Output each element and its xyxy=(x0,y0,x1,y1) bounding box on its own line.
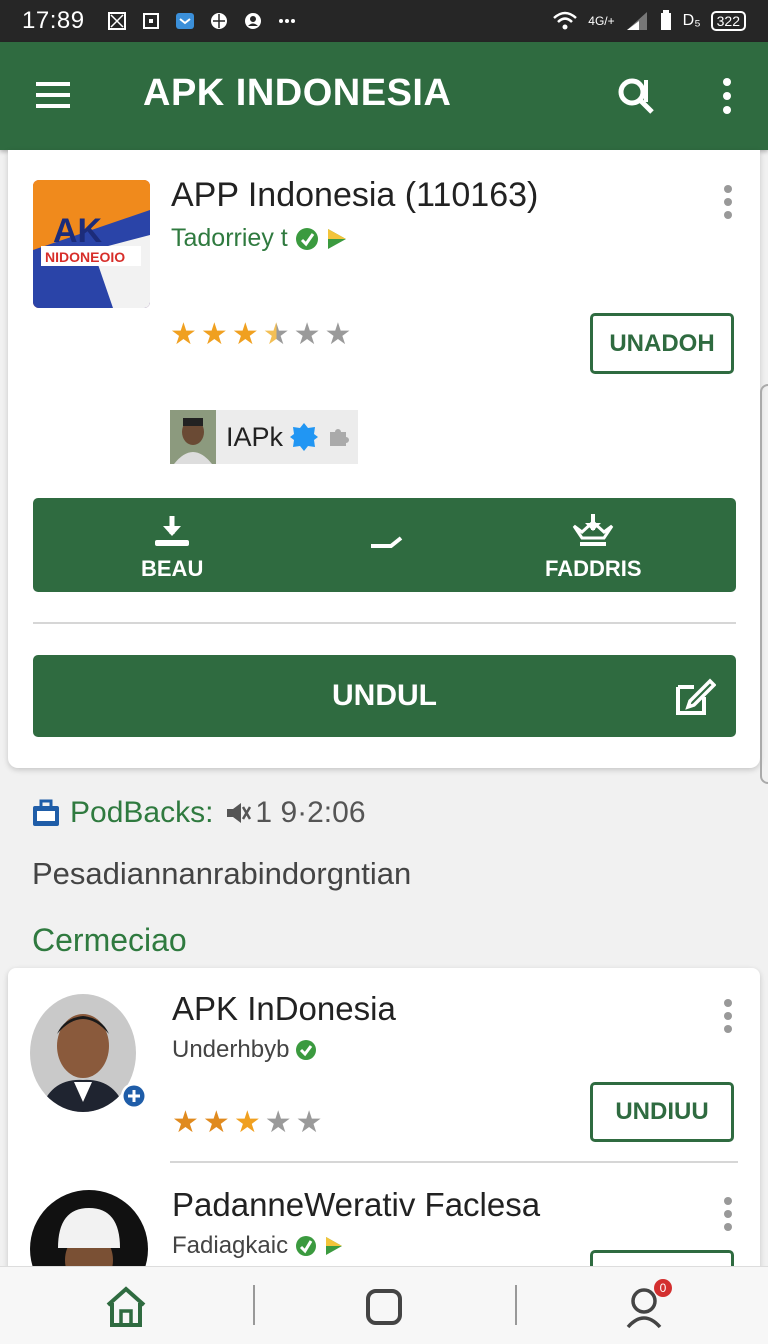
developer-line: Tadorriey t xyxy=(171,224,348,253)
account-notification-icon xyxy=(244,13,261,29)
notification-icons xyxy=(107,11,297,31)
play-store-icon xyxy=(326,1237,343,1255)
image-notification-icon xyxy=(107,12,126,30)
app-list-card: APK InDonesia Underhbyb ★ ★ ★ ★ ★ UNDIUU… xyxy=(8,968,760,1308)
favorites-action-label: FADDRIS xyxy=(545,556,642,581)
more-notifications-icon xyxy=(278,19,295,23)
star-empty-icon: ★ xyxy=(293,318,321,351)
battery-prefix: D₅ xyxy=(682,12,701,29)
podbacks-time: 1 9·2:06 xyxy=(255,796,366,829)
list-item-subtitle-row: Underhbyb xyxy=(172,1036,317,1064)
app-name: APP Indonesia (110163) xyxy=(171,176,539,214)
publisher-chip[interactable]: IAPk xyxy=(170,410,358,464)
list-item-subtitle: Underhbyb xyxy=(172,1036,290,1063)
check-icon[interactable] xyxy=(369,534,405,550)
divider xyxy=(33,622,736,624)
battery-level: 322 xyxy=(710,11,746,31)
list-item-more-icon[interactable] xyxy=(722,998,734,1034)
rating-stars: ★ ★ ★ ★ ★ ★ xyxy=(170,320,351,350)
star-full-icon: ★ xyxy=(200,318,228,351)
podbacks-label: PodBacks: xyxy=(70,796,214,829)
podbacks-time-group: 1 9·2:06 xyxy=(225,796,366,830)
star-full-icon: ★ xyxy=(202,1106,230,1139)
ball-notification-icon xyxy=(210,13,227,29)
list-item-title: PadanneWerativ Faclesa xyxy=(172,1186,541,1223)
notification-badge: 0 xyxy=(654,1279,672,1297)
app-title: APK INDONESIA xyxy=(143,72,452,114)
featured-app-card[interactable]: AK NIDONEOIO APP Indonesia (110163) Tado… xyxy=(8,150,760,768)
scrollbar[interactable] xyxy=(760,384,768,784)
verified-leaf-icon xyxy=(296,1236,317,1256)
wifi-icon xyxy=(553,11,578,30)
verified-check-icon xyxy=(296,1040,317,1060)
star-full-icon: ★ xyxy=(233,1106,261,1139)
bottom-navigation: 0 xyxy=(0,1266,768,1344)
profile-search-button[interactable]: 0 xyxy=(622,1279,672,1331)
mail-notification-icon xyxy=(175,13,194,29)
play-store-icon xyxy=(327,228,346,249)
system-status-icons: 4G/+ D₅ 322 xyxy=(552,10,746,32)
logo-text: AK xyxy=(53,212,103,250)
apk-indonesia-logo: AK NIDONEOIO xyxy=(33,180,150,308)
mute-icon xyxy=(227,803,252,823)
list-item-more-icon[interactable] xyxy=(722,1196,734,1232)
star-empty-icon: ★ xyxy=(295,1106,323,1139)
install-button[interactable]: UNADOH xyxy=(590,313,734,374)
verified-leaf-icon xyxy=(295,227,318,250)
add-follow-icon[interactable] xyxy=(120,1082,148,1110)
home-icon[interactable] xyxy=(102,1283,150,1331)
overview-square-icon[interactable] xyxy=(360,1283,408,1331)
star-full-icon: ★ xyxy=(231,318,259,351)
crown-download-icon xyxy=(573,514,614,546)
signal-text: 4G/+ xyxy=(588,14,615,28)
star-empty-icon: ★ xyxy=(324,318,352,351)
nav-separator xyxy=(253,1285,255,1325)
search-icon[interactable] xyxy=(616,76,656,116)
nav-separator xyxy=(515,1285,517,1325)
edit-icon xyxy=(676,678,716,715)
download-action-label: BEAU xyxy=(141,556,204,581)
download-action[interactable]: BEAU xyxy=(141,514,203,582)
list-item-title: APK InDonesia xyxy=(172,990,396,1027)
download-icon xyxy=(155,516,190,546)
status-bar: 17:89 4G/+ D₅ 322 xyxy=(0,0,768,42)
list-item-rating: ★ ★ ★ ★ ★ xyxy=(172,1108,323,1138)
star-full-icon: ★ xyxy=(172,1106,199,1139)
app-icon[interactable]: AK NIDONEOIO xyxy=(33,180,150,308)
logo-banner-text: NIDONEOIO xyxy=(45,249,125,265)
row-divider xyxy=(170,1161,738,1163)
star-empty-icon: ★ xyxy=(264,1106,292,1139)
card-more-icon[interactable] xyxy=(722,184,734,220)
favorites-action[interactable]: FADDRIS xyxy=(545,512,642,582)
developer-name: Tadorriey t xyxy=(171,224,288,252)
description-text: Pesadiannanrabindorgntian xyxy=(32,856,412,891)
list-item-subtitle: Fadiagkaic xyxy=(172,1232,289,1259)
publisher-name: IAPk xyxy=(226,421,284,452)
download-main-button[interactable]: UNDUL xyxy=(33,655,736,737)
action-bar: BEAU FADDRIS xyxy=(33,498,736,592)
section-title: Cermeciao xyxy=(32,922,187,958)
list-item-subtitle-row: Fadiagkaic xyxy=(172,1232,344,1260)
download-main-label: UNDUL xyxy=(332,679,437,712)
briefcase-icon xyxy=(33,799,59,826)
battery-small-icon xyxy=(660,10,671,30)
star-half-icon: ★ xyxy=(262,318,290,351)
star-full-icon: ★ xyxy=(170,318,197,351)
verified-badge-icon xyxy=(290,423,319,451)
status-time: 17:89 xyxy=(22,7,85,34)
podbacks-row: PodBacks: 1 9·2:06 xyxy=(32,796,366,830)
list-item-download-button[interactable]: UNDIUU xyxy=(590,1082,734,1142)
more-vert-icon[interactable] xyxy=(718,76,736,116)
publisher-avatar xyxy=(170,410,216,464)
signal-icon xyxy=(626,12,647,30)
square-notification-icon xyxy=(142,13,159,29)
puzzle-icon xyxy=(330,429,350,446)
menu-icon[interactable] xyxy=(36,80,70,110)
app-bar: APK INDONESIA xyxy=(0,42,768,150)
